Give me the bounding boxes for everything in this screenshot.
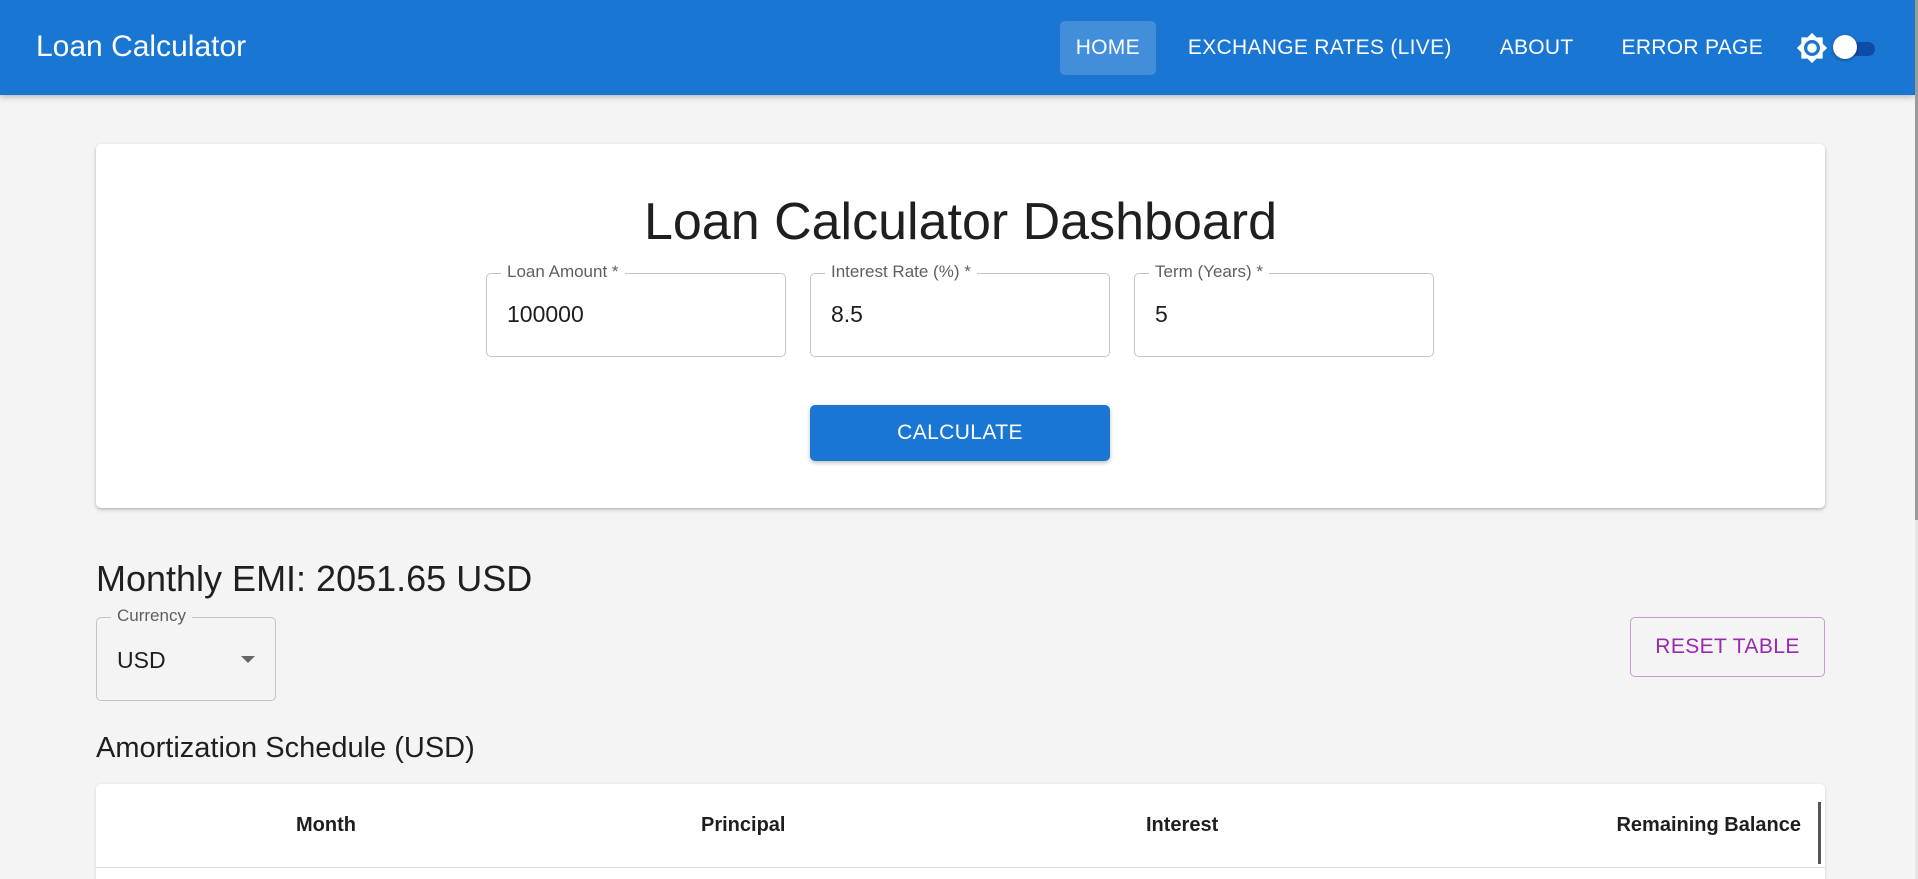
loan-amount-field[interactable]: Loan Amount * — [486, 262, 786, 357]
nav-error-page[interactable]: ERROR PAGE — [1606, 21, 1779, 75]
table-scrollbar[interactable] — [1818, 802, 1821, 864]
amortization-title: Amortization Schedule (USD) — [96, 732, 475, 764]
reset-table-button[interactable]: RESET TABLE — [1630, 617, 1825, 677]
term-years-label: Term (Years) * — [1149, 262, 1270, 282]
term-years-field[interactable]: Term (Years) * — [1134, 262, 1434, 357]
column-principal[interactable]: Principal — [701, 814, 785, 837]
nav-home[interactable]: HOME — [1059, 20, 1156, 75]
currency-value: USD — [117, 647, 166, 673]
calculate-button[interactable]: CALCULATE — [810, 405, 1110, 461]
column-remaining-balance[interactable]: Remaining Balance — [1616, 814, 1801, 837]
currency-label: Currency — [111, 606, 192, 626]
column-month[interactable]: Month — [296, 814, 356, 837]
app-title: Loan Calculator — [36, 30, 247, 63]
brightness-icon — [1795, 31, 1829, 65]
toggle-thumb — [1833, 34, 1857, 59]
column-interest[interactable]: Interest — [1146, 814, 1218, 837]
amortization-table: Month Principal Interest Remaining Balan… — [96, 784, 1825, 879]
table-header: Month Principal Interest Remaining Balan… — [96, 784, 1825, 868]
dark-mode-toggle[interactable] — [1833, 34, 1875, 59]
currency-select[interactable]: Currency USD — [96, 606, 276, 701]
dashboard-title: Loan Calculator Dashboard — [643, 193, 1278, 251]
calculator-card: Loan Calculator Dashboard Loan Amount * … — [96, 144, 1825, 508]
loan-amount-label: Loan Amount * — [501, 262, 625, 282]
nav-about[interactable]: ABOUT — [1484, 21, 1590, 75]
interest-rate-label: Interest Rate (%) * — [825, 262, 977, 282]
term-years-input[interactable] — [1155, 301, 1405, 328]
nav-exchange-rates[interactable]: EXCHANGE RATES (LIVE) — [1172, 21, 1468, 75]
interest-rate-field[interactable]: Interest Rate (%) * — [810, 262, 1110, 357]
app-bar: Loan Calculator HOME EXCHANGE RATES (LIV… — [0, 0, 1915, 95]
interest-rate-input[interactable] — [831, 301, 1081, 328]
monthly-emi: Monthly EMI: 2051.65 USD — [96, 558, 533, 599]
loan-amount-input[interactable] — [507, 301, 757, 328]
caret-down-icon — [241, 656, 255, 663]
top-nav: HOME EXCHANGE RATES (LIVE) ABOUT ERROR P… — [1059, 0, 1915, 95]
